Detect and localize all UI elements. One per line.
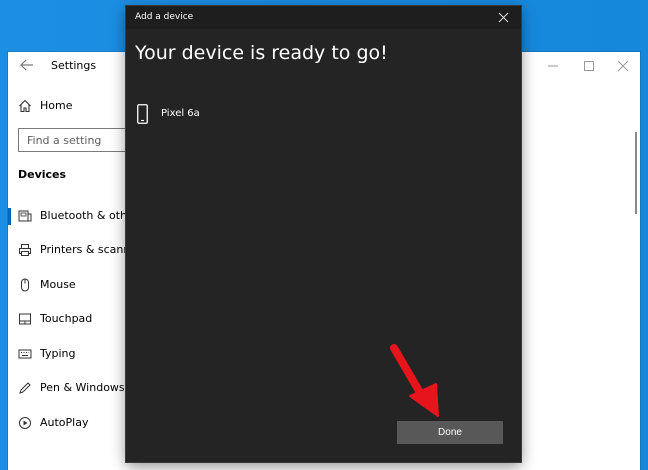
minimize-icon[interactable] [546, 59, 560, 73]
pen-icon [19, 382, 31, 394]
annotation-arrow-icon [390, 344, 439, 417]
done-button[interactable]: Done [397, 421, 503, 444]
sidebar-item-label: Mouse [40, 278, 76, 291]
close-icon[interactable] [498, 12, 509, 23]
maximize-icon[interactable] [582, 59, 596, 73]
mouse-icon [21, 278, 29, 292]
sidebar-item-bluetooth[interactable]: Bluetooth & other devices [8, 202, 184, 230]
paired-device-item: Pixel 6a [135, 102, 335, 132]
sidebar-item-autoplay[interactable]: AutoPlay [8, 409, 128, 437]
close-icon[interactable] [616, 59, 630, 73]
add-device-dialog: Add a device Your device is ready to go!… [126, 6, 521, 462]
settings-title: Settings [51, 59, 97, 72]
back-arrow-icon[interactable] [20, 58, 34, 72]
dialog-title: Add a device [135, 12, 194, 22]
home-label: Home [40, 99, 73, 112]
scrollbar[interactable] [635, 132, 637, 214]
phone-icon [137, 104, 148, 124]
sidebar-item-pen[interactable]: Pen & Windows Ink [8, 374, 145, 402]
printer-icon [19, 244, 31, 256]
sidebar-item-label: AutoPlay [40, 416, 89, 429]
sidebar-item-typing[interactable]: Typing [8, 340, 128, 368]
home-icon [19, 99, 31, 113]
search-input[interactable]: Find a setting [18, 128, 138, 152]
touchpad-icon [19, 313, 31, 325]
sidebar-item-printers[interactable]: Printers & scanners [8, 236, 147, 264]
device-name: Pixel 6a [161, 108, 200, 119]
sidebar-item-touchpad[interactable]: Touchpad [8, 305, 128, 333]
keyboard-icon [18, 349, 32, 359]
dialog-titlebar: Add a device [126, 6, 521, 29]
sidebar-item-label: Touchpad [40, 312, 93, 325]
dialog-heading: Your device is ready to go! [135, 42, 388, 64]
bluetooth-devices-icon [18, 210, 32, 222]
section-title: Devices [18, 168, 67, 181]
nav-item-home[interactable]: Home [8, 92, 128, 120]
sidebar-item-mouse[interactable]: Mouse [8, 271, 128, 299]
sidebar-item-label: Typing [40, 347, 76, 360]
autoplay-icon [19, 417, 31, 429]
